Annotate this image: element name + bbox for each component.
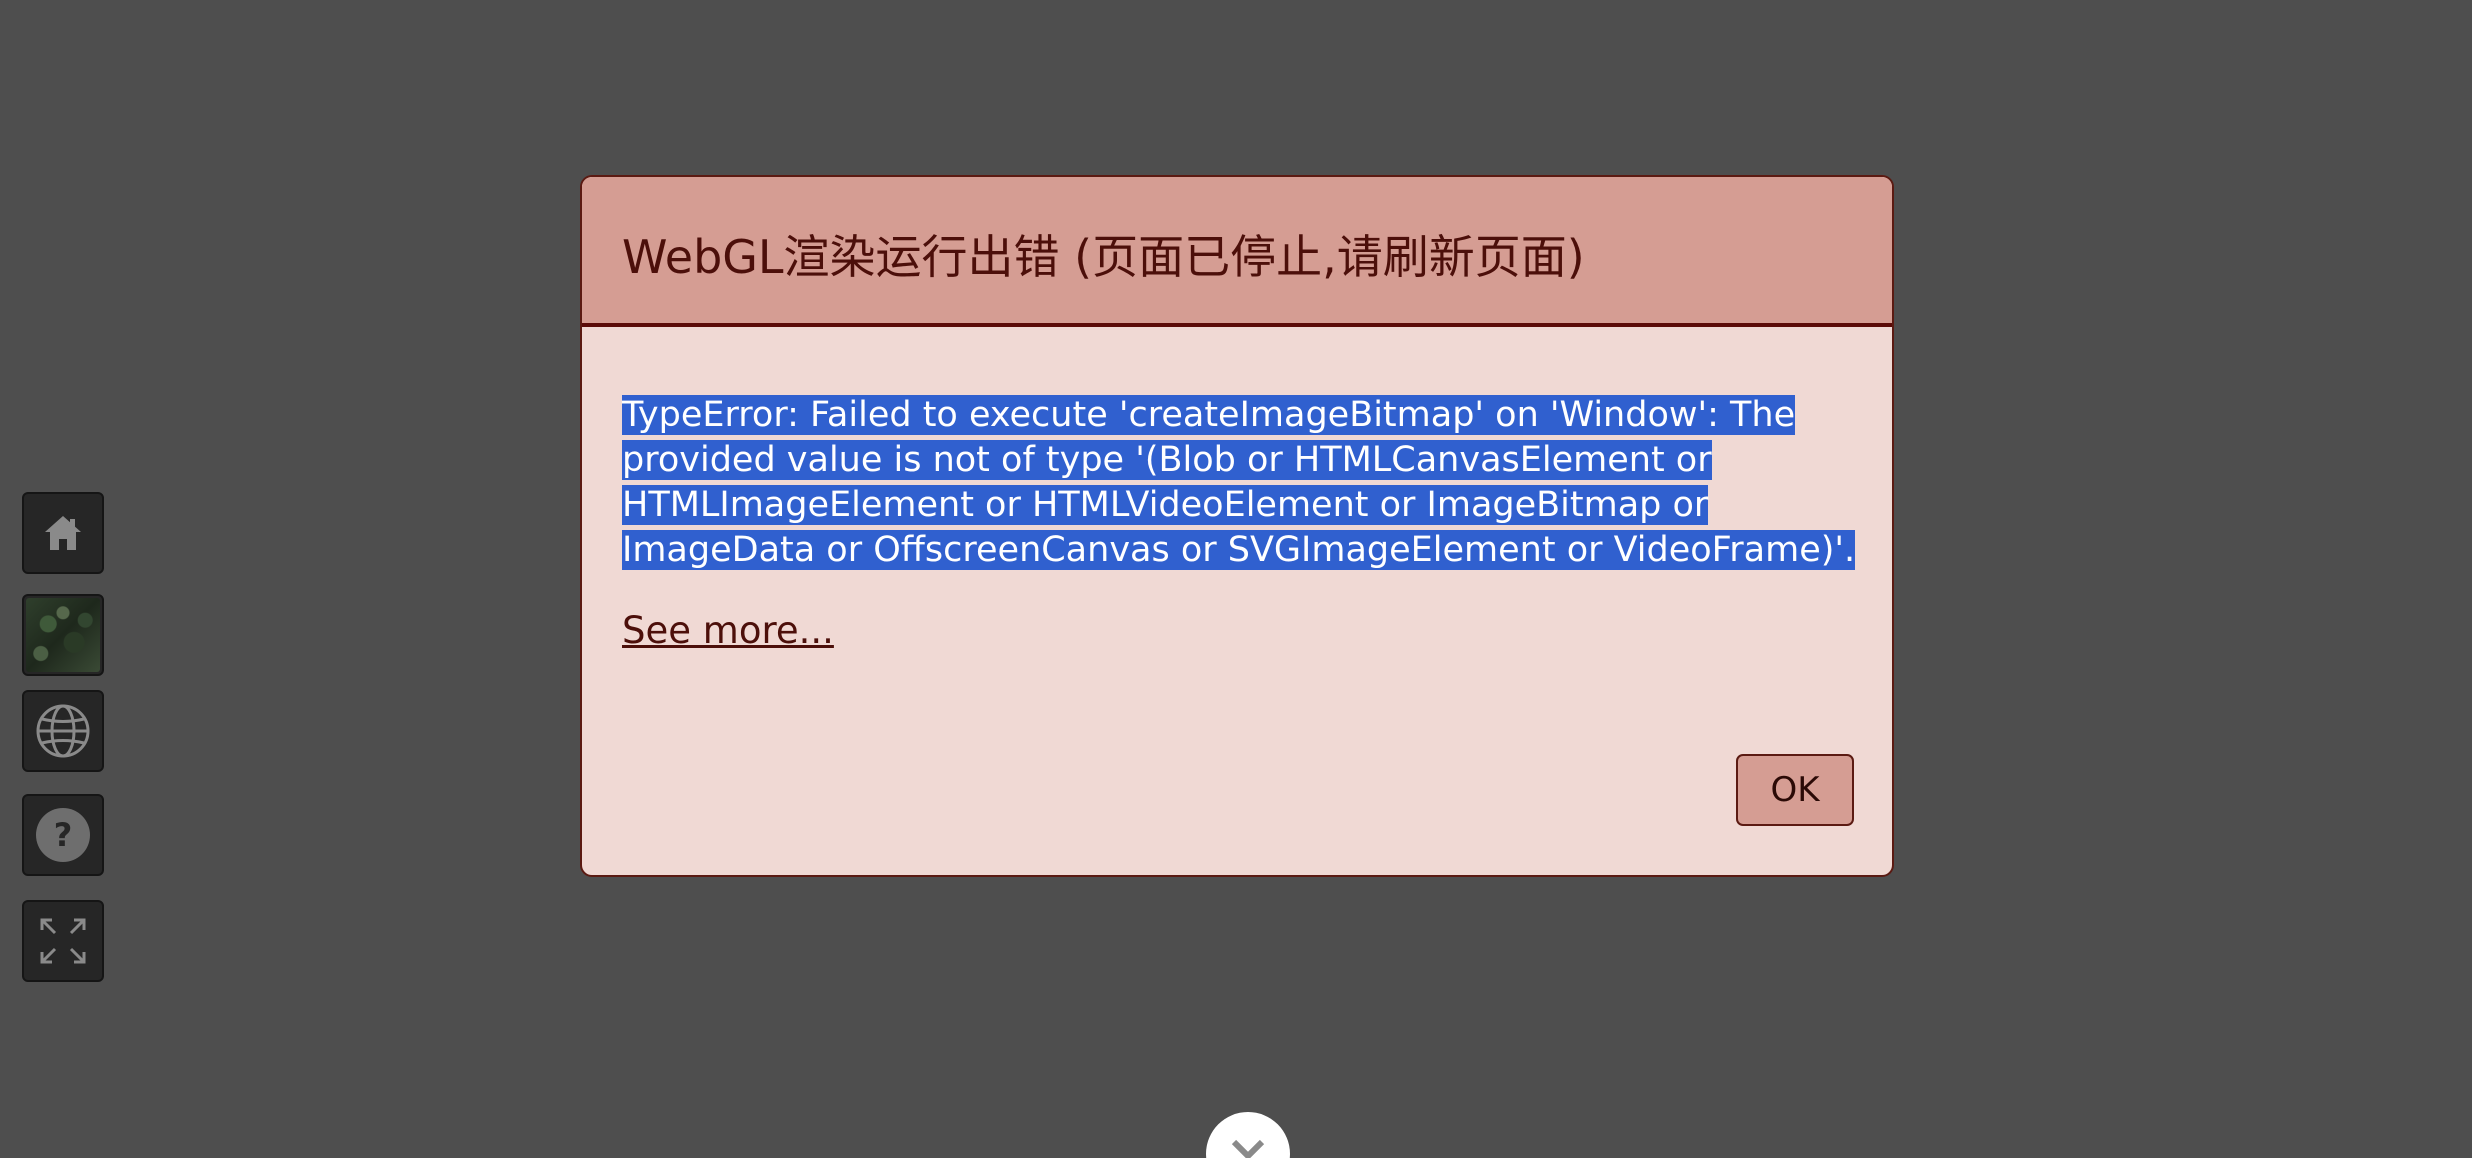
scene-mode-button[interactable] [22, 690, 104, 772]
home-button[interactable] [22, 492, 104, 574]
bottom-panel-toggle[interactable] [1206, 1112, 1290, 1158]
globe-icon [34, 702, 92, 760]
imagery-thumbnail [26, 598, 100, 672]
fullscreen-icon [38, 916, 88, 966]
fullscreen-button[interactable] [22, 900, 104, 982]
help-button[interactable]: ? [22, 794, 104, 876]
imagery-picker-button[interactable] [22, 594, 104, 676]
chevron-down-icon [1230, 1112, 1266, 1158]
dialog-body: TypeError: Failed to execute 'createImag… [582, 327, 1892, 873]
see-more-link[interactable]: See more... [622, 609, 834, 652]
help-icon: ? [34, 806, 92, 864]
viewer-viewport[interactable]: ? WebGL渲染运行出错 (页面已停止,请刷新页面) TypeError: F… [0, 0, 2472, 1158]
home-icon [41, 511, 85, 555]
error-dialog: WebGL渲染运行出错 (页面已停止,请刷新页面) TypeError: Fai… [580, 175, 1894, 877]
ok-button[interactable]: OK [1736, 754, 1854, 826]
svg-text:?: ? [54, 816, 73, 854]
dialog-header: WebGL渲染运行出错 (页面已停止,请刷新页面) [582, 177, 1892, 327]
error-message: TypeError: Failed to execute 'createImag… [622, 395, 1856, 570]
dialog-title: WebGL渲染运行出错 (页面已停止,请刷新页面) [622, 230, 1585, 284]
